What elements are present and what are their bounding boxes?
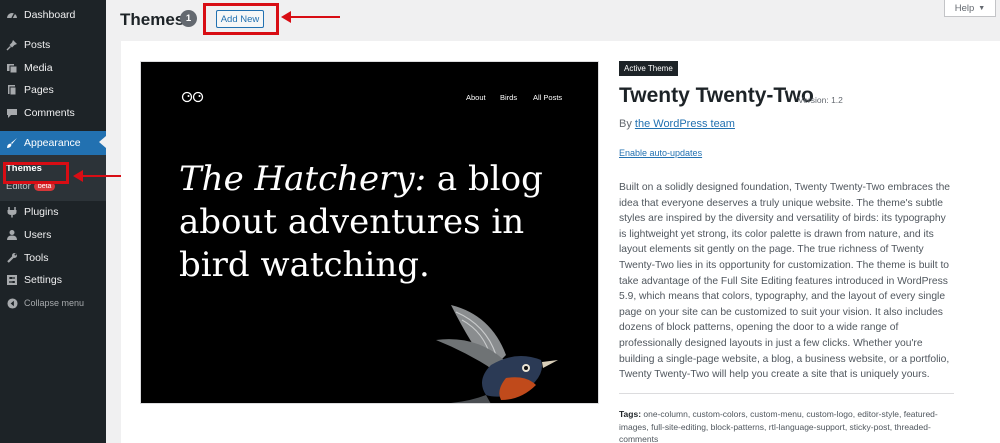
site-logo-icon xyxy=(181,91,204,103)
sidebar-item-label: Appearance xyxy=(24,137,81,149)
settings-icon xyxy=(6,274,18,286)
preview-nav-item: All Posts xyxy=(533,93,563,102)
page-title: Themes xyxy=(120,10,185,29)
dashboard-icon xyxy=(6,9,18,21)
dropdown-arrow-icon: ▼ xyxy=(978,4,986,12)
theme-description: Built on a solidly designed foundation, … xyxy=(619,182,951,381)
brush-icon xyxy=(6,137,18,149)
sidebar-item-label: Users xyxy=(24,229,52,241)
sidebar-item-users[interactable]: Users xyxy=(0,224,106,246)
sidebar-item-dashboard[interactable]: Dashboard xyxy=(0,4,106,26)
sidebar-item-tools[interactable]: Tools xyxy=(0,247,106,269)
preview-headline: The Hatchery: a blog about adventures in… xyxy=(179,158,579,287)
sidebar-item-posts[interactable]: Posts xyxy=(0,34,106,56)
sidebar-item-plugins[interactable]: Plugins xyxy=(0,201,106,223)
theme-screenshot[interactable]: About Birds All Posts The Hatchery: a bl… xyxy=(140,61,599,404)
collapse-icon xyxy=(6,297,18,309)
sidebar-item-label: Comments xyxy=(24,107,75,119)
sidebar-item-label: Dashboard xyxy=(24,9,76,21)
tags-label: Tags: xyxy=(619,409,642,419)
enable-auto-updates-link[interactable]: Enable auto-updates xyxy=(619,148,702,158)
bird-illustration xyxy=(436,305,558,403)
active-theme-badge: Active Theme xyxy=(619,61,678,76)
sidebar-item-label: Settings xyxy=(24,274,62,286)
theme-tags: Tags: one-column, custom-colors, custom-… xyxy=(619,408,954,443)
tags-list: one-column, custom-colors, custom-menu, … xyxy=(619,409,938,443)
divider xyxy=(619,393,954,394)
sidebar-item-label: Plugins xyxy=(24,206,59,218)
user-icon xyxy=(6,229,18,241)
theme-name: Twenty Twenty-Two xyxy=(619,84,814,107)
sidebar-item-settings[interactable]: Settings xyxy=(0,269,106,291)
sidebar-item-comments[interactable]: Comments xyxy=(0,102,106,124)
sidebar-item-label: Media xyxy=(24,62,53,74)
help-label: Help xyxy=(954,2,975,14)
sidebar-item-label: Posts xyxy=(24,39,51,51)
media-icon xyxy=(6,62,18,74)
sidebar-item-label: Pages xyxy=(24,84,54,96)
sidebar-item-pages[interactable]: Pages xyxy=(0,79,106,101)
sidebar-item-label: Tools xyxy=(24,252,49,264)
author-link[interactable]: the WordPress team xyxy=(635,118,735,130)
theme-version: Version: 1.2 xyxy=(798,95,843,105)
page-icon xyxy=(6,84,18,96)
plugin-icon xyxy=(6,206,18,218)
theme-author: By the WordPress team xyxy=(619,118,735,130)
annotation-highlight-add-new xyxy=(203,3,279,35)
annotation-arrow-add-new xyxy=(281,11,340,23)
author-prefix: By xyxy=(619,118,632,130)
collapse-menu-label: Collapse menu xyxy=(24,298,85,308)
wrench-icon xyxy=(6,252,18,264)
comment-icon xyxy=(6,107,18,119)
sidebar-item-media[interactable]: Media xyxy=(0,57,106,79)
annotation-highlight-themes xyxy=(3,162,69,184)
theme-count-badge: 1 xyxy=(180,10,197,27)
pin-icon xyxy=(6,39,18,51)
preview-headline-italic: The Hatchery: xyxy=(179,159,427,199)
collapse-menu-button[interactable]: Collapse menu xyxy=(0,292,106,314)
help-tab-button[interactable]: Help ▼ xyxy=(944,0,996,17)
admin-sidebar: Dashboard Posts Media Pages Comments App… xyxy=(0,0,106,443)
preview-nav-item: About xyxy=(466,93,486,102)
sidebar-item-appearance[interactable]: Appearance xyxy=(0,131,106,155)
preview-nav-item: Birds xyxy=(500,93,518,102)
